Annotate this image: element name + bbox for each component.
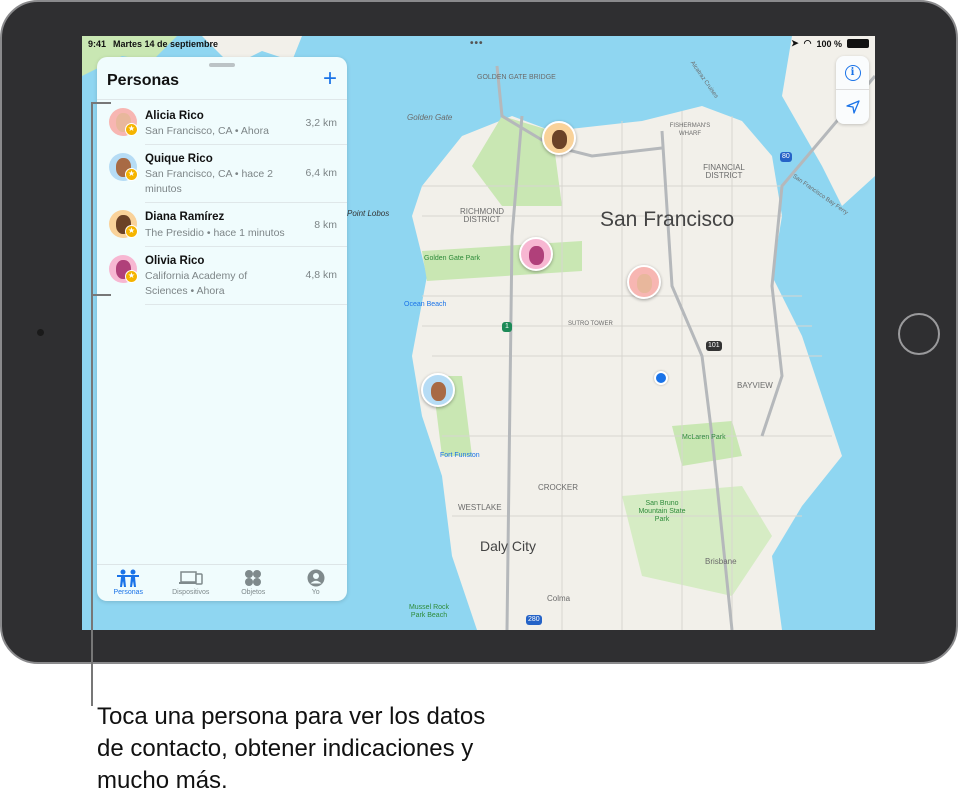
location-arrow-icon bbox=[845, 100, 860, 114]
map-label-city: San Francisco bbox=[600, 208, 735, 231]
map-label-mclaren: McLaren Park bbox=[682, 434, 726, 441]
map-label-richmond: Richmond District bbox=[460, 207, 504, 224]
info-icon: i bbox=[844, 64, 861, 81]
tab-dispositivos[interactable]: Dispositivos bbox=[160, 565, 223, 601]
person-name: Olivia Rico bbox=[145, 255, 205, 267]
map-label-sutro: Sutro Tower bbox=[568, 321, 613, 327]
person-distance: 8 km bbox=[314, 219, 337, 231]
items-icon bbox=[245, 570, 262, 586]
locate-button[interactable] bbox=[836, 90, 869, 124]
person-row[interactable]: ★ Quique Rico San Francisco, CA • hace 2… bbox=[109, 144, 347, 202]
camera bbox=[37, 329, 44, 336]
highway-80-shield: 80 bbox=[780, 152, 792, 162]
person-row[interactable]: ★ Alicia Rico San Francisco, CA • Ahora … bbox=[97, 99, 347, 144]
panel-grabber[interactable] bbox=[209, 63, 235, 67]
map-label-colma: Colma bbox=[547, 594, 571, 603]
devices-icon bbox=[178, 571, 203, 585]
map-label-ggpark: Golden Gate Park bbox=[424, 255, 481, 262]
plus-icon: + bbox=[322, 65, 337, 92]
add-person-button[interactable]: + bbox=[323, 67, 337, 91]
favorite-star-icon: ★ bbox=[125, 270, 138, 283]
person-distance: 4,8 km bbox=[305, 269, 337, 281]
person-name: Quique Rico bbox=[145, 153, 213, 165]
battery-percent: 100 % bbox=[816, 38, 842, 49]
status-date: Martes 14 de septiembre bbox=[113, 39, 219, 49]
home-button[interactable] bbox=[898, 313, 940, 355]
person-distance: 3,2 km bbox=[305, 117, 337, 129]
highway-280-shield: 280 bbox=[526, 615, 542, 625]
callout-bracket-bottom bbox=[91, 294, 111, 296]
person-name: Alicia Rico bbox=[145, 110, 204, 122]
map-label-daly-city: Daly City bbox=[480, 538, 537, 554]
tab-label: Objetos bbox=[241, 589, 266, 596]
screen: 9:41 Martes 14 de septiembre ••• ➤ ◠ 100 %… bbox=[82, 36, 875, 630]
map-label-ocean-beach: Ocean Beach bbox=[404, 301, 447, 308]
info-button[interactable]: i bbox=[836, 56, 869, 90]
person-row[interactable]: ★ Olivia Rico California Academy of Scie… bbox=[109, 246, 347, 305]
wifi-icon: ◠ bbox=[803, 38, 812, 48]
status-bar: 9:41 Martes 14 de septiembre ••• ➤ ◠ 100 % bbox=[82, 36, 875, 52]
favorite-star-icon: ★ bbox=[125, 123, 138, 136]
person-name: Diana Ramírez bbox=[145, 211, 225, 223]
map-pin-quique[interactable] bbox=[421, 373, 455, 407]
map-pin-diana[interactable] bbox=[542, 121, 576, 155]
map-label-westlake: Westlake bbox=[458, 503, 502, 512]
callout-bracket-top bbox=[91, 102, 111, 104]
tab-objetos[interactable]: Objetos bbox=[222, 565, 285, 601]
callout-caption: Toca una persona para ver los datos de c… bbox=[97, 703, 486, 794]
multitasking-dots[interactable]: ••• bbox=[470, 38, 484, 49]
map-label-fort-funston: Fort Funston bbox=[440, 452, 480, 459]
highway-101-shield: 101 bbox=[706, 341, 722, 351]
people-icon bbox=[117, 569, 140, 587]
person-location: San Francisco, CA • Ahora bbox=[145, 125, 269, 137]
me-icon bbox=[307, 569, 325, 587]
callout-line bbox=[91, 102, 93, 706]
map-controls: i bbox=[836, 56, 869, 124]
status-time: 9:41 bbox=[88, 39, 107, 49]
person-location: The Presidio • hace 1 minutos bbox=[145, 227, 285, 239]
highway-1-shield: 1 bbox=[502, 322, 512, 332]
favorite-star-icon: ★ bbox=[125, 225, 138, 238]
tab-yo[interactable]: Yo bbox=[285, 565, 348, 601]
map-label-san-bruno: San Bruno Mountain State Park bbox=[638, 500, 686, 523]
map-label-bayview: Bayview bbox=[737, 381, 773, 390]
my-location-dot bbox=[654, 371, 668, 385]
tab-personas[interactable]: Personas bbox=[97, 565, 160, 601]
map-pin-alicia[interactable] bbox=[627, 265, 661, 299]
tab-bar: Personas Dispositivos Objetos Yo bbox=[97, 564, 347, 601]
map-label-crocker: Crocker bbox=[538, 483, 579, 492]
favorite-star-icon: ★ bbox=[125, 168, 138, 181]
tab-label: Yo bbox=[311, 589, 320, 596]
person-distance: 6,4 km bbox=[305, 167, 337, 179]
map-label-financial: Financial District bbox=[703, 163, 745, 180]
person-location: California Academy of Sciences • Ahora bbox=[145, 270, 248, 297]
location-icon: ➤ bbox=[791, 38, 799, 48]
map-pin-olivia[interactable] bbox=[519, 237, 553, 271]
map-label-point-lobos: Point Lobos bbox=[347, 209, 390, 218]
person-row[interactable]: ★ Diana Ramírez The Presidio • hace 1 mi… bbox=[109, 202, 347, 246]
panel-title: Personas bbox=[107, 72, 180, 89]
map-label-brisbane: Brisbane bbox=[705, 557, 737, 566]
battery-icon bbox=[847, 39, 869, 48]
people-panel: Personas + ★ Alicia Rico San Francisco, … bbox=[97, 57, 347, 601]
map-label-golden-gate: Golden Gate bbox=[407, 113, 453, 122]
map-label-ggb: Golden Gate Bridge bbox=[477, 74, 556, 81]
map-label-fishermans: Fisherman's Wharf bbox=[669, 123, 711, 137]
map-label-mussel-rock: Mussel Rock Park Beach bbox=[408, 604, 450, 619]
tab-label: Dispositivos bbox=[172, 589, 210, 596]
person-location: San Francisco, CA • hace 2 minutos bbox=[145, 168, 273, 195]
tab-label: Personas bbox=[113, 589, 144, 596]
